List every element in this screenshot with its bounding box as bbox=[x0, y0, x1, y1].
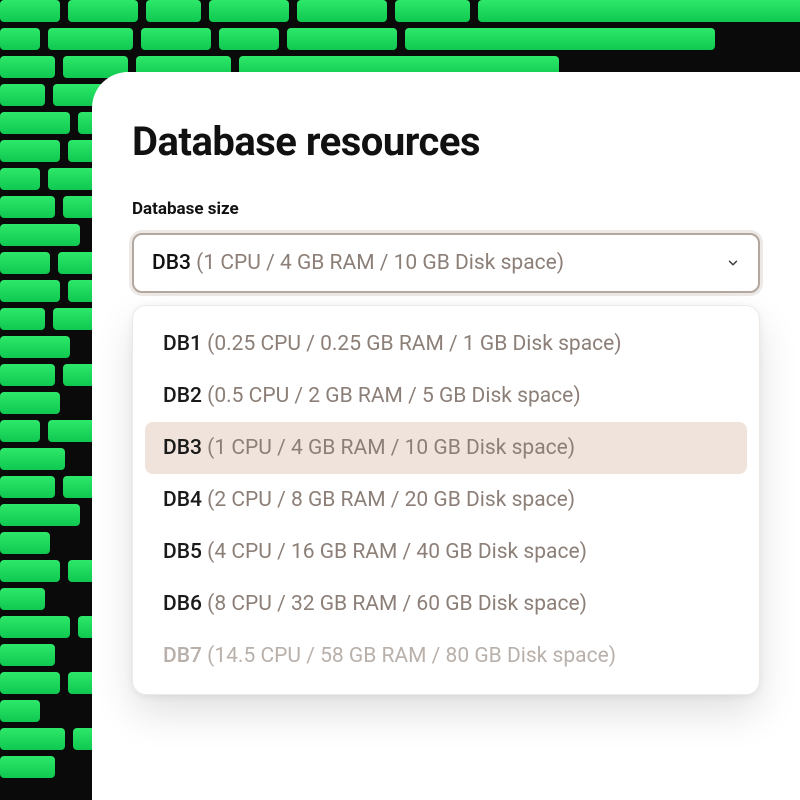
database-size-select[interactable]: DB3 (1 CPU / 4 GB RAM / 10 GB Disk space… bbox=[132, 233, 760, 293]
option-spec: (0.5 CPU / 2 GB RAM / 5 GB Disk space) bbox=[207, 384, 581, 408]
option-spec: (14.5 CPU / 58 GB RAM / 80 GB Disk space… bbox=[207, 644, 616, 668]
chevron-down-icon bbox=[726, 256, 740, 270]
option-spec: (2 CPU / 8 GB RAM / 20 GB Disk space) bbox=[207, 488, 575, 512]
option-spec: (4 CPU / 16 GB RAM / 40 GB Disk space) bbox=[207, 540, 587, 564]
option-name: DB1 bbox=[163, 332, 202, 356]
option-name: DB5 bbox=[163, 540, 202, 564]
selected-option-spec: (1 CPU / 4 GB RAM / 10 GB Disk space) bbox=[196, 251, 564, 275]
dropdown-option[interactable]: DB1 (0.25 CPU / 0.25 GB RAM / 1 GB Disk … bbox=[145, 318, 747, 370]
dropdown-option[interactable]: DB2 (0.5 CPU / 2 GB RAM / 5 GB Disk spac… bbox=[145, 370, 747, 422]
settings-card: Database resources Database size DB3 (1 … bbox=[92, 72, 800, 800]
option-name: DB6 bbox=[163, 592, 202, 616]
dropdown-option[interactable]: DB5 (4 CPU / 16 GB RAM / 40 GB Disk spac… bbox=[145, 526, 747, 578]
option-name: DB7 bbox=[163, 644, 202, 668]
dropdown-option[interactable]: DB6 (8 CPU / 32 GB RAM / 60 GB Disk spac… bbox=[145, 578, 747, 630]
selected-option-name: DB3 bbox=[152, 251, 191, 275]
database-size-label: Database size bbox=[132, 199, 760, 219]
option-spec: (8 CPU / 32 GB RAM / 60 GB Disk space) bbox=[207, 592, 587, 616]
page-title: Database resources bbox=[132, 118, 760, 165]
dropdown-option[interactable]: DB4 (2 CPU / 8 GB RAM / 20 GB Disk space… bbox=[145, 474, 747, 526]
database-size-dropdown: DB1 (0.25 CPU / 0.25 GB RAM / 1 GB Disk … bbox=[132, 305, 760, 695]
option-name: DB2 bbox=[163, 384, 202, 408]
option-spec: (0.25 CPU / 0.25 GB RAM / 1 GB Disk spac… bbox=[207, 332, 621, 356]
option-spec: (1 CPU / 4 GB RAM / 10 GB Disk space) bbox=[207, 436, 575, 460]
option-name: DB3 bbox=[163, 436, 202, 460]
dropdown-option[interactable]: DB7 (14.5 CPU / 58 GB RAM / 80 GB Disk s… bbox=[145, 630, 747, 682]
option-name: DB4 bbox=[163, 488, 202, 512]
dropdown-option[interactable]: DB3 (1 CPU / 4 GB RAM / 10 GB Disk space… bbox=[145, 422, 747, 474]
